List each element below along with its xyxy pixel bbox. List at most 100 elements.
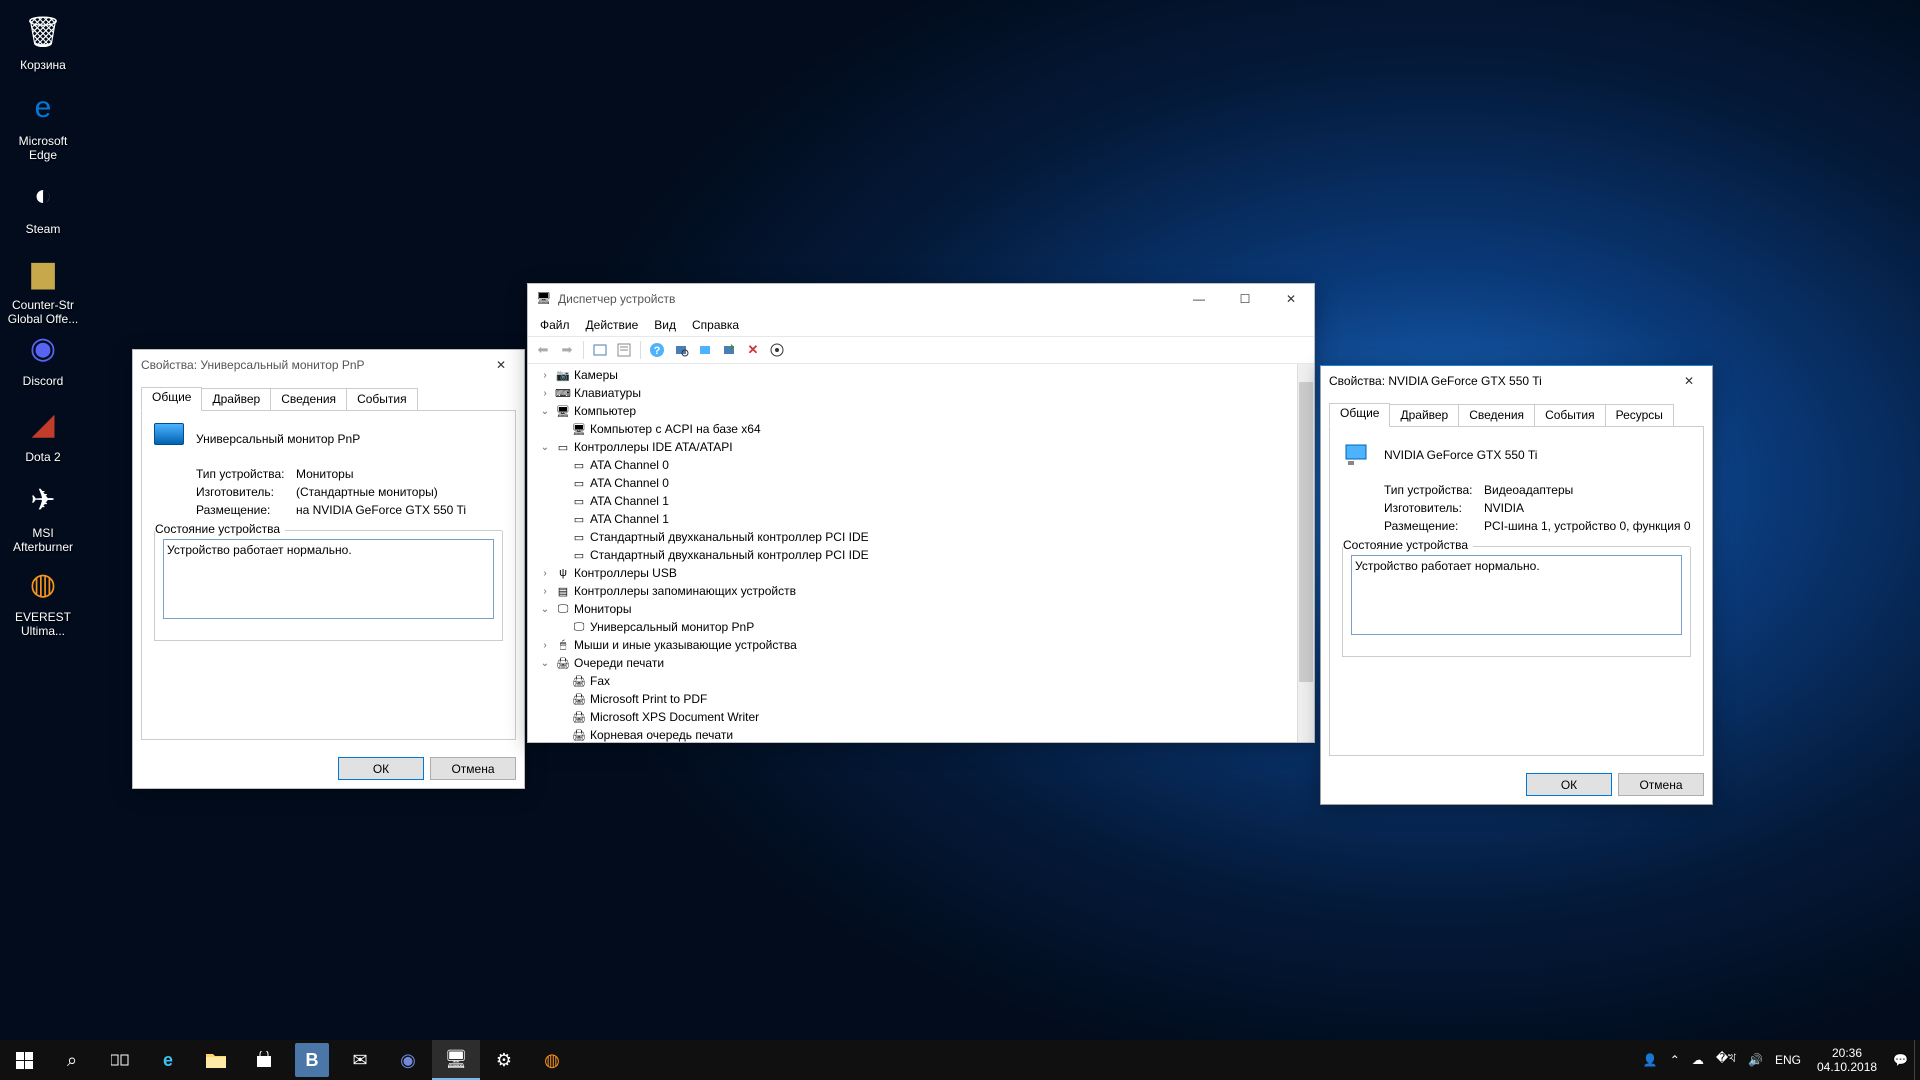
tree-node[interactable]: ›ψКонтроллеры USB xyxy=(532,564,1310,582)
enable-button[interactable] xyxy=(766,339,788,361)
window-gpu-properties[interactable]: Свойства: NVIDIA GeForce GTX 550 Ti ✕ Об… xyxy=(1320,365,1713,805)
taskbar-mail-icon[interactable]: ✉ xyxy=(336,1040,384,1080)
cancel-button[interactable]: Отмена xyxy=(1618,773,1704,796)
maximize-button[interactable]: ☐ xyxy=(1222,284,1268,314)
cancel-button[interactable]: Отмена xyxy=(430,757,516,780)
tree-node[interactable]: 🖨Microsoft XPS Document Writer xyxy=(532,708,1310,726)
desktop-icon-microsoft-edge[interactable]: eMicrosoft Edge xyxy=(6,84,80,163)
taskbar-vk-icon[interactable]: B xyxy=(295,1043,329,1077)
tree-node[interactable]: ▭ATA Channel 0 xyxy=(532,456,1310,474)
language-indicator[interactable]: ENG xyxy=(1769,1040,1807,1080)
minimize-button[interactable]: — xyxy=(1176,284,1222,314)
expand-icon[interactable]: ⌄ xyxy=(538,658,552,669)
taskbar-store-icon[interactable] xyxy=(240,1040,288,1080)
desktop-icon-discord[interactable]: ◉Discord xyxy=(6,324,80,388)
help-button[interactable]: ? xyxy=(646,339,668,361)
close-button[interactable]: ✕ xyxy=(1268,284,1314,314)
window-device-manager[interactable]: 🖥 Диспетчер устройств — ☐ ✕ ФайлДействие… xyxy=(527,283,1315,743)
action-center-icon[interactable]: 💬 xyxy=(1887,1040,1914,1080)
status-textarea[interactable] xyxy=(163,539,494,619)
back-button[interactable]: ⬅ xyxy=(532,339,554,361)
taskbar-explorer-icon[interactable] xyxy=(192,1040,240,1080)
tab-ресурсы[interactable]: Ресурсы xyxy=(1605,404,1674,427)
properties-button[interactable] xyxy=(613,339,635,361)
desktop-icon-корзина[interactable]: 🗑Корзина xyxy=(6,8,80,72)
close-button[interactable]: ✕ xyxy=(1666,366,1712,396)
expand-icon[interactable]: › xyxy=(538,640,552,651)
tree-node[interactable]: ▭ATA Channel 0 xyxy=(532,474,1310,492)
tab-сведения[interactable]: Сведения xyxy=(270,388,347,411)
update-driver-button[interactable] xyxy=(694,339,716,361)
titlebar[interactable]: Свойства: NVIDIA GeForce GTX 550 Ti ✕ xyxy=(1321,366,1712,396)
tree-node[interactable]: ⌄🖵Мониторы xyxy=(532,600,1310,618)
tree-node[interactable]: 🖥Компьютер с ACPI на базе x64 xyxy=(532,420,1310,438)
tree-node[interactable]: ›▤Контроллеры запоминающих устройств xyxy=(532,582,1310,600)
disable-button[interactable]: ✕ xyxy=(742,339,764,361)
expand-icon[interactable]: › xyxy=(538,586,552,597)
volume-icon[interactable]: 🔊 xyxy=(1742,1040,1769,1080)
taskbar-devmgr-icon[interactable]: 🖥 xyxy=(432,1040,480,1080)
status-textarea[interactable] xyxy=(1351,555,1682,635)
uninstall-button[interactable] xyxy=(718,339,740,361)
tree-node[interactable]: ▭Стандартный двухканальный контроллер PC… xyxy=(532,546,1310,564)
tree-node[interactable]: ›⌨Клавиатуры xyxy=(532,384,1310,402)
tree-node[interactable]: 🖨Корневая очередь печати xyxy=(532,726,1310,742)
tree-node[interactable]: ⌄🖥Компьютер xyxy=(532,402,1310,420)
expand-icon[interactable]: ⌄ xyxy=(538,442,552,453)
menu-вид[interactable]: Вид xyxy=(646,316,684,334)
expand-icon[interactable]: › xyxy=(538,568,552,579)
show-desktop-button[interactable] xyxy=(1914,1040,1920,1080)
onedrive-icon[interactable]: ☁ xyxy=(1686,1040,1710,1080)
ok-button[interactable]: ОК xyxy=(338,757,424,780)
expand-icon[interactable]: › xyxy=(538,370,552,381)
expand-icon[interactable]: ⌄ xyxy=(538,406,552,417)
desktop-icon-steam[interactable]: ◐Steam xyxy=(6,172,80,236)
window-monitor-properties[interactable]: Свойства: Универсальный монитор PnP ✕ Об… xyxy=(132,349,525,789)
people-icon[interactable]: 👤 xyxy=(1637,1040,1664,1080)
tree-node[interactable]: 🖨Fax xyxy=(532,672,1310,690)
titlebar[interactable]: 🖥 Диспетчер устройств — ☐ ✕ xyxy=(528,284,1314,314)
scan-button[interactable] xyxy=(670,339,692,361)
forward-button[interactable]: ➡ xyxy=(556,339,578,361)
show-hidden-button[interactable] xyxy=(589,339,611,361)
tree-node[interactable]: 🖨Microsoft Print to PDF xyxy=(532,690,1310,708)
tab-общие[interactable]: Общие xyxy=(1329,403,1390,427)
tab-события[interactable]: События xyxy=(1534,404,1606,427)
expand-icon[interactable]: › xyxy=(538,388,552,399)
task-view-button[interactable] xyxy=(96,1040,144,1080)
tray-chevron-icon[interactable]: ⌃ xyxy=(1664,1040,1686,1080)
tab-драйвер[interactable]: Драйвер xyxy=(1389,404,1459,427)
desktop-icon-counter-str-global-offe-[interactable]: ▆Counter-Str Global Offe... xyxy=(6,248,80,327)
desktop-icon-dota-2[interactable]: ◢Dota 2 xyxy=(6,400,80,464)
device-tree[interactable]: ›📷Камеры›⌨Клавиатуры⌄🖥Компьютер🖥Компьюте… xyxy=(528,364,1314,742)
menu-действие[interactable]: Действие xyxy=(578,316,647,334)
tree-node[interactable]: ⌄▭Контроллеры IDE ATA/ATAPI xyxy=(532,438,1310,456)
tab-сведения[interactable]: Сведения xyxy=(1458,404,1535,427)
taskbar-edge-icon[interactable]: e xyxy=(144,1040,192,1080)
tab-общие[interactable]: Общие xyxy=(141,387,202,411)
tree-node[interactable]: ▭ATA Channel 1 xyxy=(532,492,1310,510)
tree-node[interactable]: ▭Стандартный двухканальный контроллер PC… xyxy=(532,528,1310,546)
scrollbar[interactable] xyxy=(1297,364,1314,742)
tree-node[interactable]: ›🖱Мыши и иные указывающие устройства xyxy=(532,636,1310,654)
ok-button[interactable]: ОК xyxy=(1526,773,1612,796)
expand-icon[interactable]: ⌄ xyxy=(538,604,552,615)
clock[interactable]: 20:36 04.10.2018 xyxy=(1807,1046,1887,1075)
titlebar[interactable]: Свойства: Универсальный монитор PnP ✕ xyxy=(133,350,524,380)
menu-справка[interactable]: Справка xyxy=(684,316,747,334)
menu-файл[interactable]: Файл xyxy=(532,316,578,334)
tab-драйвер[interactable]: Драйвер xyxy=(201,388,271,411)
tab-события[interactable]: События xyxy=(346,388,418,411)
tree-node[interactable]: ▭ATA Channel 1 xyxy=(532,510,1310,528)
tree-node[interactable]: ›📷Камеры xyxy=(532,366,1310,384)
taskbar-settings-icon[interactable]: ⚙ xyxy=(480,1040,528,1080)
search-button[interactable]: ⌕ xyxy=(48,1040,96,1080)
desktop-icon-msi-afterburner[interactable]: ✈MSI Afterburner xyxy=(6,476,80,555)
tree-node[interactable]: 🖵Универсальный монитор PnP xyxy=(532,618,1310,636)
close-button[interactable]: ✕ xyxy=(478,350,524,380)
taskbar-everest-icon[interactable]: ◍ xyxy=(528,1040,576,1080)
network-icon[interactable]: �খ xyxy=(1710,1040,1742,1080)
start-button[interactable] xyxy=(0,1040,48,1080)
desktop-icon-everest-ultima-[interactable]: ◍EVEREST Ultima... xyxy=(6,560,80,639)
tree-node[interactable]: ⌄🖨Очереди печати xyxy=(532,654,1310,672)
